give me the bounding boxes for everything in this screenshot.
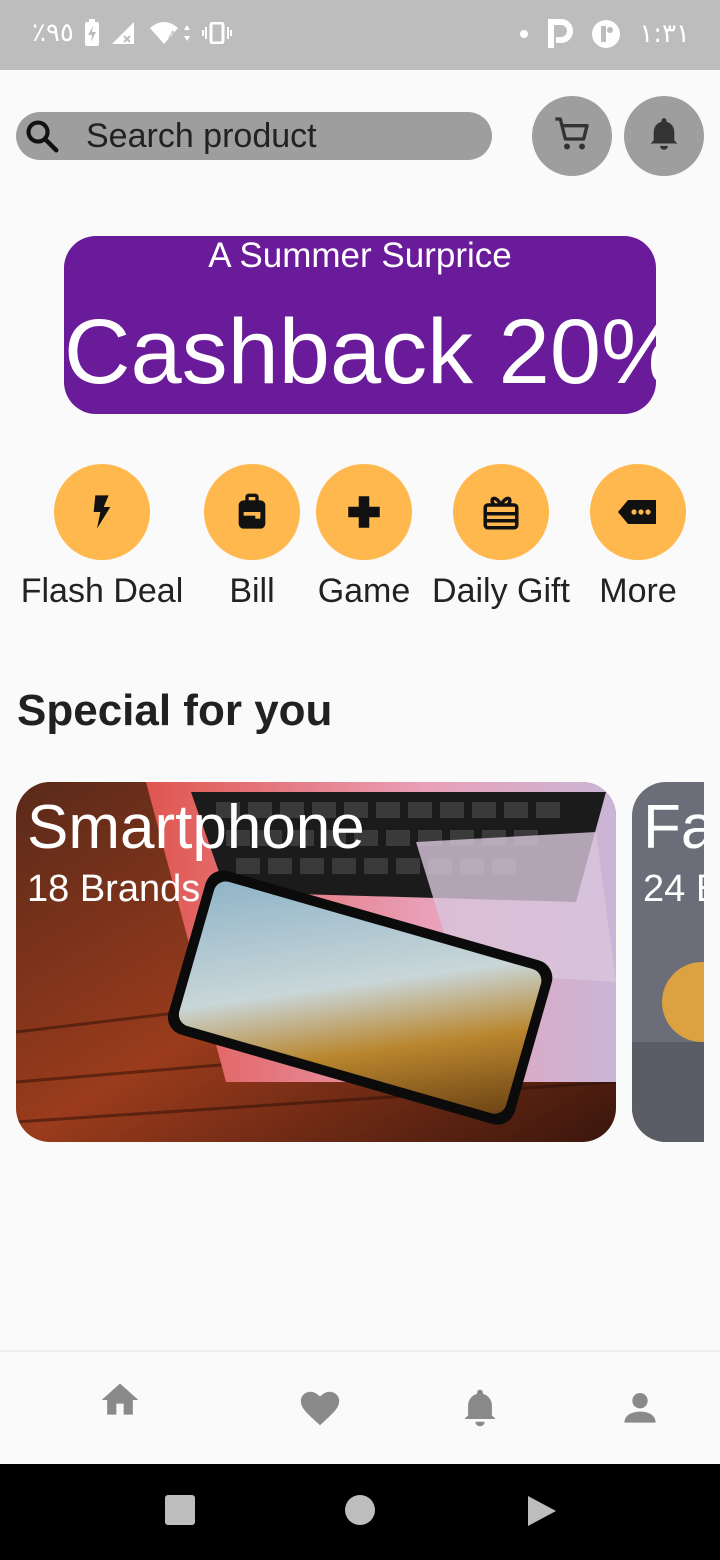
cart-icon xyxy=(552,114,592,159)
banner-subtitle: A Summer Surprice xyxy=(208,236,512,275)
section-title: Special for you xyxy=(17,686,333,735)
back-button[interactable] xyxy=(526,1494,558,1533)
category-flash-deal[interactable]: Flash Deal xyxy=(18,464,186,611)
clock: ١:٣١ xyxy=(639,19,690,49)
recents-button[interactable] xyxy=(164,1494,196,1531)
category-more[interactable]: More xyxy=(590,464,686,611)
home-icon xyxy=(101,1383,139,1415)
search-input[interactable] xyxy=(84,115,468,157)
banner-title: Cashback 20% xyxy=(64,301,656,403)
notification-dot-icon xyxy=(519,29,529,39)
app-icon xyxy=(591,19,621,49)
category-label: Game xyxy=(317,572,411,610)
card-title: Smartphone xyxy=(27,793,365,862)
game-icon xyxy=(316,464,412,560)
recents-icon xyxy=(165,1495,195,1525)
status-bar-left: ٪٩٥ 4 xyxy=(32,18,232,48)
category-daily-gift[interactable]: Daily Gift xyxy=(428,464,574,611)
person-icon xyxy=(624,1392,656,1423)
status-bar: ٪٩٥ 4 ١:٣١ xyxy=(0,0,720,70)
nav-profile[interactable] xyxy=(610,1378,670,1438)
category-label: Flash Deal xyxy=(20,572,184,610)
wifi-icon: 4 xyxy=(148,20,192,46)
category-label: Bill xyxy=(229,572,275,610)
more-icon xyxy=(590,464,686,560)
heart-icon xyxy=(300,1391,340,1426)
search-bar[interactable] xyxy=(16,112,492,160)
special-card-smartphone[interactable]: Smartphone 18 Brands xyxy=(16,782,616,1142)
flash-icon xyxy=(54,464,150,560)
bill-icon xyxy=(204,464,300,560)
category-game[interactable]: Game xyxy=(316,464,412,611)
special-card-partial[interactable]: Fa 24 E xyxy=(632,782,704,1142)
gift-icon xyxy=(453,464,549,560)
nav-favorites[interactable] xyxy=(290,1378,350,1438)
promo-banner[interactable]: A Summer Surprice Cashback 20% xyxy=(64,236,656,414)
battery-icon xyxy=(84,19,100,47)
category-bill[interactable]: Bill xyxy=(204,464,300,611)
notifications-button[interactable] xyxy=(624,96,704,176)
category-label: More xyxy=(599,572,677,610)
signal-icon xyxy=(110,20,138,46)
vibrate-icon xyxy=(201,22,232,44)
p-app-icon xyxy=(547,18,574,50)
search-icon xyxy=(22,116,62,156)
back-icon xyxy=(528,1496,556,1526)
nav-home[interactable] xyxy=(90,1370,150,1430)
card-subtitle: 24 E xyxy=(643,868,704,910)
svg-text:4: 4 xyxy=(168,29,176,43)
system-home-button[interactable] xyxy=(344,1494,376,1531)
status-bar-right: ١:٣١ xyxy=(519,18,690,50)
bottom-nav xyxy=(0,1350,720,1466)
home-circle-icon xyxy=(345,1495,375,1525)
bell-icon xyxy=(464,1389,496,1427)
card-subtitle: 18 Brands xyxy=(27,868,201,910)
system-nav-bar xyxy=(0,1464,720,1560)
nav-notifications[interactable] xyxy=(450,1378,510,1438)
cart-button[interactable] xyxy=(532,96,612,176)
card-title: Fa xyxy=(643,793,704,862)
bell-icon xyxy=(645,115,683,158)
category-label: Daily Gift xyxy=(432,572,570,610)
battery-percent: ٪٩٥ xyxy=(32,18,74,48)
